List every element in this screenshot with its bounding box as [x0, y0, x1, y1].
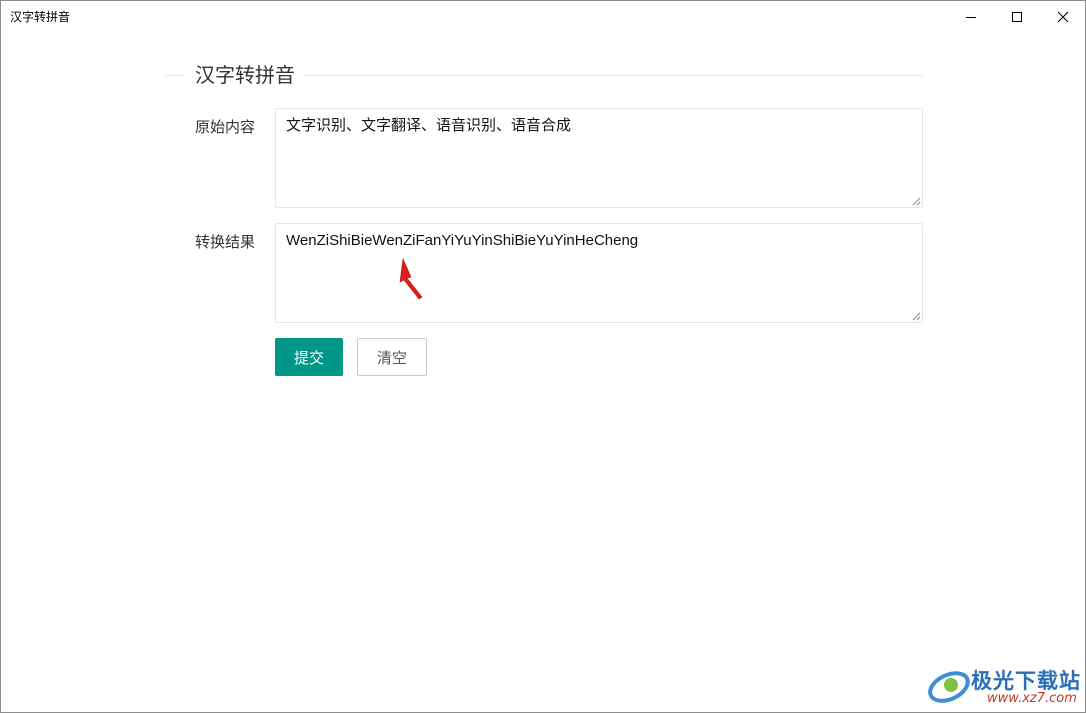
result-value: WenZiShiBieWenZiFanYiYuYinShiBieYuYinHeC… [286, 232, 639, 249]
original-content-label: 原始内容 [195, 118, 256, 136]
result-label: 转换结果 [195, 233, 256, 251]
submit-button[interactable]: 提交 [275, 338, 343, 376]
close-icon [1057, 11, 1069, 22]
minimize-button[interactable] [948, 1, 994, 32]
maximize-icon [1012, 11, 1022, 22]
close-button[interactable] [1040, 1, 1086, 32]
fieldset-border-left [165, 75, 185, 76]
watermark-url: www.xz7.com [987, 691, 1077, 706]
original-content-value: 文字识别、文字翻译、语音识别、语音合成 [286, 117, 572, 134]
maximize-button[interactable] [994, 1, 1040, 32]
resize-grip-icon[interactable] [912, 197, 921, 206]
result-textarea[interactable]: WenZiShiBieWenZiFanYiYuYinShiBieYuYinHeC… [275, 223, 923, 323]
app-window: 汉字转拼音 汉字转拼音 原始内容 文字识别、文字翻译、语音识别、语音合成 转换结… [0, 0, 1086, 713]
resize-grip-icon[interactable] [912, 312, 921, 321]
original-content-textarea[interactable]: 文字识别、文字翻译、语音识别、语音合成 [275, 108, 923, 208]
fieldset-border-right [305, 75, 923, 76]
minimize-icon [966, 16, 976, 18]
clear-button[interactable]: 清空 [357, 338, 427, 376]
title-bar: 汉字转拼音 [1, 1, 1085, 32]
red-arrow-annotation-icon [399, 257, 423, 300]
form-legend: 汉字转拼音 [195, 63, 295, 87]
window-title: 汉字转拼音 [10, 10, 71, 24]
